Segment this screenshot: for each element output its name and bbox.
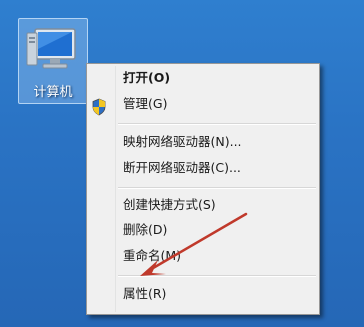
uac-shield-icon [92, 98, 106, 116]
menu-item-map-network-drive[interactable]: 映射网络驱动器(N)... [123, 132, 242, 152]
computer-icon-label: 计算机 [33, 85, 73, 100]
computer-desktop-icon[interactable]: 计算机 [18, 18, 88, 104]
menu-item-rename[interactable]: 重命名(M) [123, 246, 181, 266]
menu-separator [118, 187, 316, 189]
menu-item-disconnect-network-drive[interactable]: 断开网络驱动器(C)... [123, 158, 241, 178]
menu-item-properties[interactable]: 属性(R) [123, 284, 166, 304]
context-menu: 打开(O) 管理(G) 映射网络驱动器(N)... 断开网络驱动器(C)... … [86, 63, 320, 315]
menu-item-manage[interactable]: 管理(G) [123, 94, 167, 114]
computer-icon [26, 28, 76, 69]
menu-separator [118, 275, 316, 277]
menu-gutter-line [115, 66, 116, 312]
menu-separator [118, 123, 316, 125]
menu-item-create-shortcut[interactable]: 创建快捷方式(S) [123, 195, 216, 215]
menu-item-delete[interactable]: 删除(D) [123, 220, 167, 240]
menu-item-open[interactable]: 打开(O) [123, 68, 170, 88]
